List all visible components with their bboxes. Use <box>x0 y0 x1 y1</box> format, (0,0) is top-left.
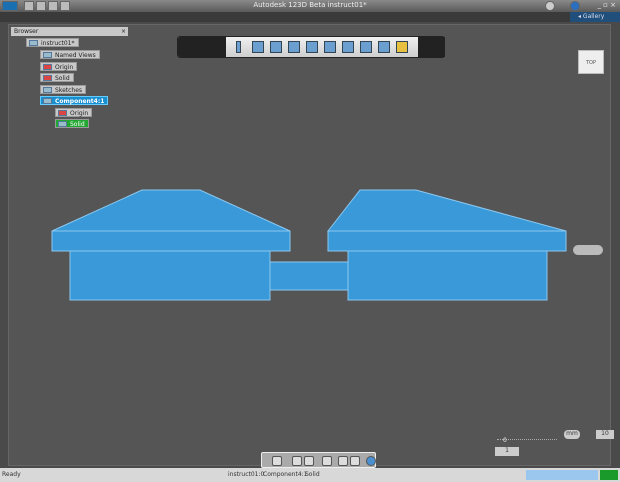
solid-icon <box>58 121 67 127</box>
orbit-icon[interactable] <box>272 456 282 466</box>
model <box>51 189 567 301</box>
tree-item[interactable]: Origin <box>55 108 93 117</box>
tree-label: instruct01* <box>41 40 75 47</box>
document-icon <box>29 40 38 46</box>
section-icon[interactable] <box>322 456 332 466</box>
component-icon <box>43 98 52 104</box>
scale-value-field[interactable]: 1 <box>495 447 519 456</box>
close-icon[interactable]: × <box>121 27 126 36</box>
view-icon[interactable] <box>350 456 360 466</box>
material-icon[interactable] <box>396 41 408 53</box>
status-body: Solid <box>305 471 320 478</box>
status-component: Component4:1 <box>263 471 308 478</box>
status-toggle-icons[interactable] <box>526 470 598 480</box>
scale-min: 0 <box>503 437 507 444</box>
grouping-icon[interactable] <box>324 41 336 53</box>
tree-label: Solid <box>55 75 70 82</box>
visual-style-icon[interactable] <box>366 456 376 466</box>
navigation-bar <box>261 452 376 468</box>
tree-label: Sketches <box>55 87 83 94</box>
connector-rod <box>269 261 349 291</box>
left-roof <box>51 189 291 232</box>
right-roof-band <box>327 230 567 252</box>
pan-icon[interactable] <box>292 456 302 466</box>
zoom-icon[interactable] <box>304 456 314 466</box>
status-document: instruct01:0 <box>228 471 265 478</box>
tree-item[interactable]: Sketches <box>40 85 87 94</box>
primitives-icon[interactable] <box>252 41 264 53</box>
tree-item-solid[interactable]: Solid <box>55 119 89 128</box>
tree-item[interactable]: Origin <box>40 62 78 71</box>
tree-item-component[interactable]: Component4:1 <box>40 96 109 105</box>
unit-button[interactable]: mm <box>564 430 580 439</box>
construct-icon[interactable] <box>270 41 282 53</box>
browser-header: Browser × <box>11 27 128 36</box>
3d-print-icon[interactable] <box>378 41 390 53</box>
tree-root[interactable]: instruct01* <box>26 38 79 47</box>
tree-label: Origin <box>70 110 89 117</box>
measure-icon[interactable] <box>360 41 372 53</box>
nav-wheel-toggle[interactable] <box>573 245 603 255</box>
performance-icon[interactable] <box>600 470 618 480</box>
left-body <box>69 250 271 301</box>
folder-hidden-icon <box>58 110 67 116</box>
folder-icon <box>43 87 52 93</box>
scale-max-field[interactable]: 10 <box>596 430 614 439</box>
fit-icon[interactable] <box>338 456 348 466</box>
folder-hidden-icon <box>43 64 52 70</box>
tree-item[interactable]: Solid <box>40 73 74 82</box>
status-text: Ready <box>2 471 21 478</box>
combine-icon[interactable] <box>342 41 354 53</box>
modify-icon[interactable] <box>288 41 300 53</box>
tree-label: Origin <box>55 64 74 71</box>
pattern-icon[interactable] <box>306 41 318 53</box>
tree-item[interactable]: Named Views <box>40 50 100 59</box>
main-toolbar <box>177 36 445 58</box>
right-roof <box>326 189 567 232</box>
folder-icon <box>43 52 52 58</box>
viewport[interactable] <box>8 24 611 466</box>
tree-label: Solid <box>70 121 85 128</box>
sketch-icon[interactable] <box>236 41 241 53</box>
right-body <box>347 250 548 301</box>
viewcube[interactable]: TOP <box>578 50 604 74</box>
tree-label: Named Views <box>55 52 96 59</box>
viewcube-face: TOP <box>585 60 596 66</box>
toolbar-menu-button[interactable] <box>178 37 226 57</box>
toolbar-end <box>418 37 445 57</box>
left-roof-band <box>51 230 291 252</box>
tree-label: Component4:1 <box>55 98 105 105</box>
status-bar: Ready instruct01:0 Component4:1 Solid <box>0 468 620 482</box>
browser-title: Browser <box>14 28 39 35</box>
folder-hidden-icon <box>43 75 52 81</box>
